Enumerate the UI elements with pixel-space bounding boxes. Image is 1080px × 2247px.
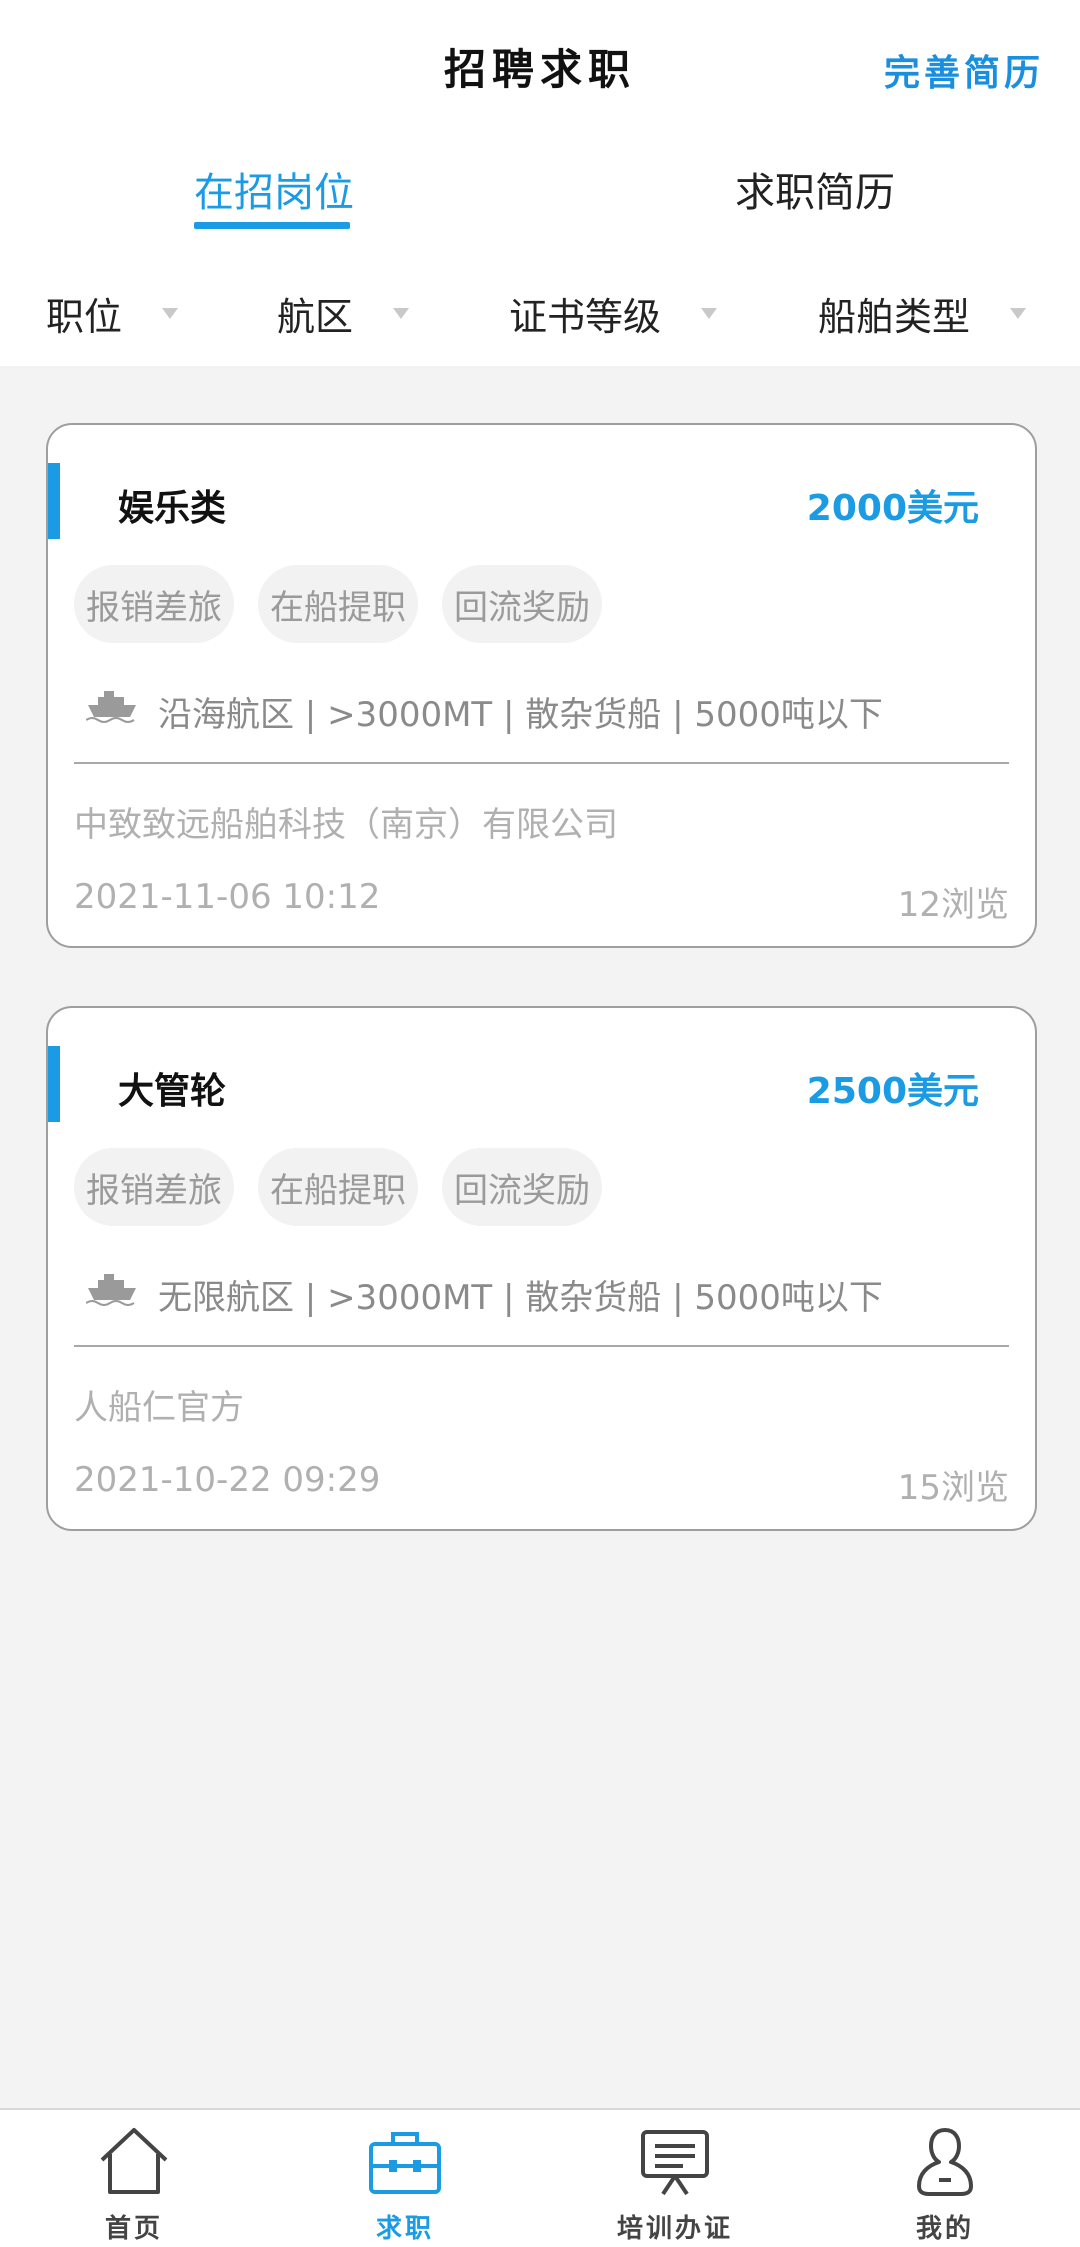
filter-label: 证书等级 <box>509 295 662 339</box>
user-icon <box>917 2128 973 2196</box>
dropdown-arrow-icon <box>162 308 179 319</box>
nav-label: 培训办证 <box>616 2214 733 2244</box>
job-salary: 2000美元 <box>806 488 979 529</box>
filter-ship-type[interactable]: 船舶类型 <box>818 286 1027 341</box>
briefcase-icon <box>369 2132 441 2194</box>
card-accent-bar <box>48 463 60 539</box>
dropdown-arrow-icon <box>1010 308 1027 319</box>
company-name: 中致致远船舶科技（南京）有限公司 <box>74 805 618 845</box>
benefit-tag: 报销差旅 <box>74 1148 234 1226</box>
benefit-tag: 在船提职 <box>258 565 418 643</box>
card-divider <box>74 1345 1009 1347</box>
filter-navigation-area[interactable]: 航区 <box>277 286 410 341</box>
card-divider <box>74 762 1009 764</box>
filter-label: 船舶类型 <box>818 295 971 339</box>
benefit-tag: 在船提职 <box>258 1148 418 1226</box>
bottom-navigation: 首页 求职 培训办证 我的 <box>0 2108 1080 2247</box>
active-tab-indicator <box>194 222 350 229</box>
nav-label: 我的 <box>915 2214 974 2244</box>
company-name: 人船仁官方 <box>74 1388 244 1428</box>
nav-item-profile[interactable]: 我的 <box>845 2124 1045 2245</box>
ship-icon <box>86 1274 136 1306</box>
job-route-details: 无限航区 | >3000MT | 散杂货船 | 5000吨以下 <box>158 1278 883 1318</box>
top-panel: 招聘求职 完善简历 在招岗位 求职简历 职位 航区 证书等级 船舶类型 <box>0 0 1080 366</box>
job-title: 大管轮 <box>118 1071 227 1112</box>
nav-label: 求职 <box>375 2214 434 2244</box>
card-accent-bar <box>48 1046 60 1122</box>
ship-icon <box>86 691 136 723</box>
filter-label: 职位 <box>46 295 123 339</box>
training-board-icon <box>641 2130 709 2196</box>
complete-resume-button[interactable]: 完善简历 <box>884 44 1044 96</box>
dropdown-arrow-icon <box>701 308 718 319</box>
benefit-tag: 回流奖励 <box>442 1148 602 1226</box>
benefit-tags: 报销差旅 在船提职 回流奖励 <box>74 565 602 643</box>
nav-label: 首页 <box>104 2214 163 2244</box>
nav-item-home[interactable]: 首页 <box>34 2124 234 2245</box>
filter-position[interactable]: 职位 <box>46 286 179 341</box>
nav-item-training[interactable]: 培训办证 <box>575 2124 775 2245</box>
job-salary: 2500美元 <box>806 1071 979 1112</box>
filter-label: 航区 <box>277 295 354 339</box>
nav-item-jobs[interactable]: 求职 <box>305 2124 505 2245</box>
benefit-tag: 回流奖励 <box>442 565 602 643</box>
job-card[interactable]: 大管轮 2500美元 报销差旅 在船提职 回流奖励 无限航区 | >3000MT… <box>46 1006 1037 1531</box>
job-title: 娱乐类 <box>118 488 227 529</box>
post-date: 2021-11-06 10:12 <box>74 877 381 917</box>
home-icon <box>100 2128 168 2194</box>
job-card[interactable]: 娱乐类 2000美元 报销差旅 在船提职 回流奖励 沿海航区 | >3000MT… <box>46 423 1037 948</box>
filter-certificate-level[interactable]: 证书等级 <box>509 286 718 341</box>
view-count: 15浏览 <box>897 1468 1009 1508</box>
view-count: 12浏览 <box>897 885 1009 925</box>
tab-open-positions[interactable]: 在招岗位 <box>194 160 354 218</box>
dropdown-arrow-icon <box>393 308 410 319</box>
benefit-tags: 报销差旅 在船提职 回流奖励 <box>74 1148 602 1226</box>
tab-resumes[interactable]: 求职简历 <box>735 160 895 218</box>
post-date: 2021-10-22 09:29 <box>74 1460 381 1500</box>
benefit-tag: 报销差旅 <box>74 565 234 643</box>
job-route-details: 沿海航区 | >3000MT | 散杂货船 | 5000吨以下 <box>158 695 883 735</box>
